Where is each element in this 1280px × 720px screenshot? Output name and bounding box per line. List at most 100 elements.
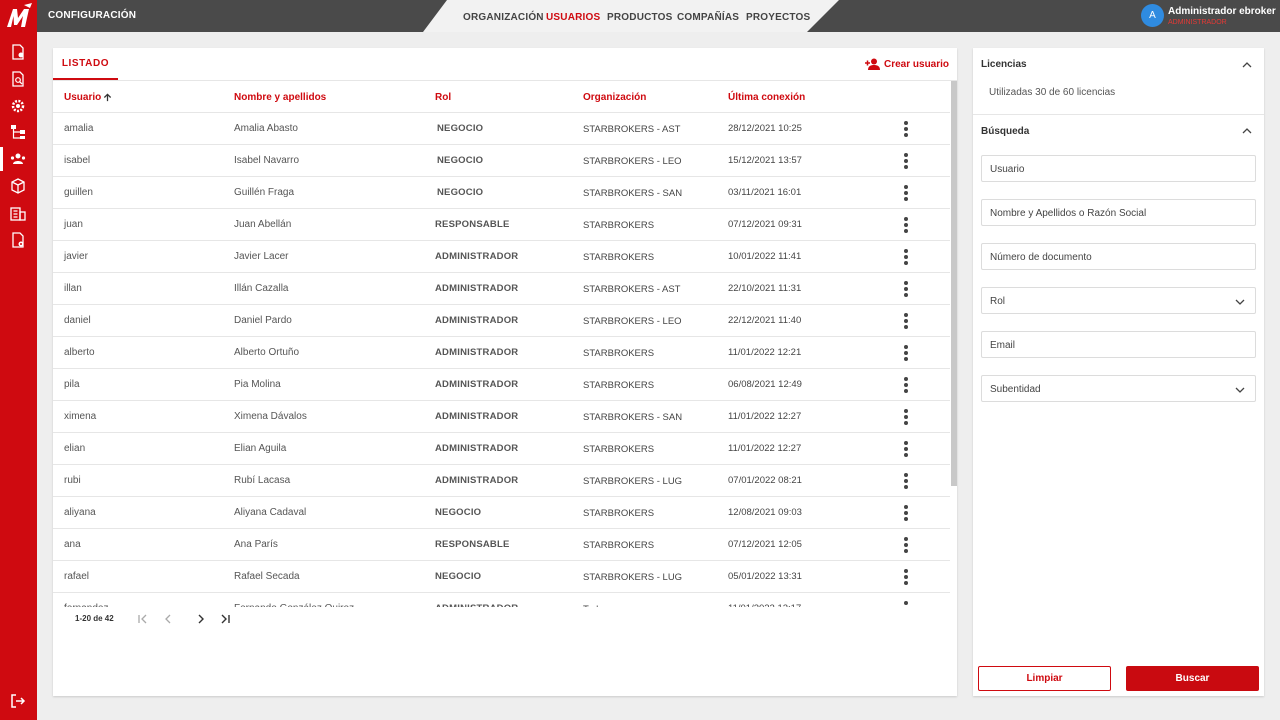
- previous-page-icon[interactable]: [161, 612, 175, 626]
- table-row[interactable]: amalia Amalia Abasto NEGOCIO STARBROKERS - …: [53, 113, 950, 145]
- row-more-options-icon[interactable]: [901, 601, 911, 607]
- column-header-nombre[interactable]: Nombre y apellidos: [234, 92, 326, 103]
- cell-usuario: elian: [64, 443, 86, 454]
- nav-item-organizacin[interactable]: ORGANIZACIÓN: [463, 12, 544, 23]
- cell-rol: ADMINISTRADOR: [435, 411, 519, 422]
- cell-organizacion: STARBROKERS - LUG: [583, 476, 683, 487]
- tab-listado[interactable]: LISTADO: [53, 48, 118, 80]
- licenses-title: Licencias: [981, 59, 1027, 70]
- clear-button[interactable]: Limpiar: [978, 666, 1111, 691]
- cell-rol: ADMINISTRADOR: [435, 475, 519, 486]
- cell-rol: RESPONSABLE: [435, 539, 510, 550]
- table-row[interactable]: elian Elian Aguila ADMINISTRADOR STARBROKER…: [53, 433, 950, 465]
- column-header-usuario[interactable]: Usuario: [64, 92, 112, 103]
- column-header-ultima-conexion[interactable]: Última conexión: [728, 92, 805, 103]
- document-gear-icon[interactable]: [9, 43, 27, 61]
- row-more-options-icon[interactable]: [901, 313, 911, 329]
- last-page-icon[interactable]: [218, 612, 232, 626]
- cell-organizacion: STARBROKERS - AST: [583, 124, 681, 135]
- chevron-up-icon[interactable]: [1241, 59, 1253, 71]
- row-more-options-icon[interactable]: [901, 377, 911, 393]
- pagination-range: 1-20 de 42: [75, 614, 114, 623]
- cell-rol: ADMINISTRADOR: [435, 251, 519, 262]
- input-usuario[interactable]: Usuario: [981, 155, 1256, 182]
- cell-ultima-conexion: 22/12/2021 11:40: [728, 315, 802, 326]
- brand-logo[interactable]: [5, 3, 33, 29]
- table-row[interactable]: pila Pia Molina ADMINISTRADOR STARBROKERS 06…: [53, 369, 950, 401]
- cell-usuario: juan: [64, 219, 83, 230]
- cell-nombre: Ximena Dávalos: [234, 411, 307, 422]
- sort-ascending-icon: [104, 93, 112, 102]
- hierarchy-icon[interactable]: [9, 123, 27, 141]
- cell-ultima-conexion: 07/01/2022 08:21: [728, 475, 802, 486]
- cell-usuario: rafael: [64, 571, 90, 582]
- cube-icon[interactable]: [9, 177, 27, 195]
- field-placeholder: Número de documento: [990, 252, 1092, 263]
- cell-rol: ADMINISTRADOR: [435, 283, 519, 294]
- row-more-options-icon[interactable]: [901, 441, 911, 457]
- create-user-button[interactable]: Crear usuario: [865, 56, 949, 72]
- table-row[interactable]: rubi Rubí Lacasa ADMINISTRADOR STARBROKERS …: [53, 465, 950, 497]
- nav-item-usuarios[interactable]: USUARIOS: [546, 12, 600, 23]
- table-row[interactable]: guillen Guillén Fraga NEGOCIO STARBROKERS -…: [53, 177, 950, 209]
- row-more-options-icon[interactable]: [901, 185, 911, 201]
- logout-icon[interactable]: [9, 692, 27, 710]
- row-more-options-icon[interactable]: [901, 281, 911, 297]
- divider: [973, 114, 1264, 115]
- row-more-options-icon[interactable]: [901, 409, 911, 425]
- select-subentidad[interactable]: Subentidad: [981, 375, 1256, 402]
- chevron-up-icon[interactable]: [1241, 125, 1253, 137]
- row-more-options-icon[interactable]: [901, 473, 911, 489]
- table-row[interactable]: illan Illán Cazalla ADMINISTRADOR STARBROKE…: [53, 273, 950, 305]
- cell-organizacion: STARBROKERS - AST: [583, 284, 681, 295]
- first-page-icon[interactable]: [136, 612, 150, 626]
- table-row[interactable]: fernandez Fernando González Quiroz ADMINIS…: [53, 593, 950, 607]
- cell-nombre: Alberto Ortuño: [234, 347, 300, 358]
- settings-gear-icon[interactable]: [9, 97, 27, 115]
- table-row[interactable]: daniel Daniel Pardo ADMINISTRADOR STARBROKE…: [53, 305, 950, 337]
- cell-nombre: Rafael Secada: [234, 571, 300, 582]
- table-row[interactable]: alberto Alberto Ortuño ADMINISTRADOR STARBR…: [53, 337, 950, 369]
- table-row[interactable]: isabel Isabel Navarro NEGOCIO STARBROKERS -…: [53, 145, 950, 177]
- cell-ultima-conexion: 11/01/2022 12:17: [728, 603, 801, 607]
- table-row[interactable]: ximena Ximena Dávalos ADMINISTRADOR STARBRO…: [53, 401, 950, 433]
- document-settings-icon[interactable]: [9, 231, 27, 249]
- input-email[interactable]: Email: [981, 331, 1256, 358]
- table-row[interactable]: rafael Rafael Secada NEGOCIO STARBROKERS - …: [53, 561, 950, 593]
- row-more-options-icon[interactable]: [901, 537, 911, 553]
- row-more-options-icon[interactable]: [901, 569, 911, 585]
- search-button[interactable]: Buscar: [1126, 666, 1259, 691]
- row-more-options-icon[interactable]: [901, 121, 911, 137]
- cell-rol: ADMINISTRADOR: [435, 603, 518, 607]
- chevron-down-icon: [1235, 299, 1245, 305]
- document-search-icon[interactable]: [9, 70, 27, 88]
- cell-rol: NEGOCIO: [437, 187, 484, 198]
- table-row[interactable]: juan Juan Abellán RESPONSABLE STARBROKERS 07…: [53, 209, 950, 241]
- row-more-options-icon[interactable]: [901, 153, 911, 169]
- nav-item-productos[interactable]: PRODUCTOS: [607, 12, 673, 23]
- cell-organizacion: STARBROKERS - LEO: [583, 316, 682, 327]
- chevron-down-icon: [1235, 387, 1245, 393]
- row-more-options-icon[interactable]: [901, 217, 911, 233]
- column-header-rol[interactable]: Rol: [435, 92, 451, 103]
- table-scrollbar[interactable]: [951, 81, 957, 486]
- users-group-icon[interactable]: [9, 150, 27, 168]
- row-more-options-icon[interactable]: [901, 345, 911, 361]
- table-row[interactable]: ana Ana París RESPONSABLE STARBROKERS 07/12/…: [53, 529, 950, 561]
- cell-nombre: Fernando González Quiroz: [234, 603, 354, 607]
- row-more-options-icon[interactable]: [901, 505, 911, 521]
- row-more-options-icon[interactable]: [901, 249, 911, 265]
- select-rol[interactable]: Rol: [981, 287, 1256, 314]
- input-numero-de-documento[interactable]: Número de documento: [981, 243, 1256, 270]
- avatar[interactable]: A: [1141, 4, 1164, 27]
- user-name[interactable]: Administrador ebroker: [1168, 6, 1276, 17]
- table-row[interactable]: javier Javier Lacer ADMINISTRADOR STARBROKE…: [53, 241, 950, 273]
- input-nombre-y-apellidos-o-razon-social[interactable]: Nombre y Apellidos o Razón Social: [981, 199, 1256, 226]
- next-page-icon[interactable]: [194, 612, 208, 626]
- nav-item-compaas[interactable]: COMPAÑÍAS: [677, 12, 739, 23]
- building-icon[interactable]: [9, 204, 27, 222]
- column-header-organizacion[interactable]: Organización: [583, 92, 646, 103]
- cell-usuario: rubi: [64, 475, 81, 486]
- table-row[interactable]: aliyana Aliyana Cadaval NEGOCIO STARBROKERS…: [53, 497, 950, 529]
- nav-item-proyectos[interactable]: PROYECTOS: [746, 12, 810, 23]
